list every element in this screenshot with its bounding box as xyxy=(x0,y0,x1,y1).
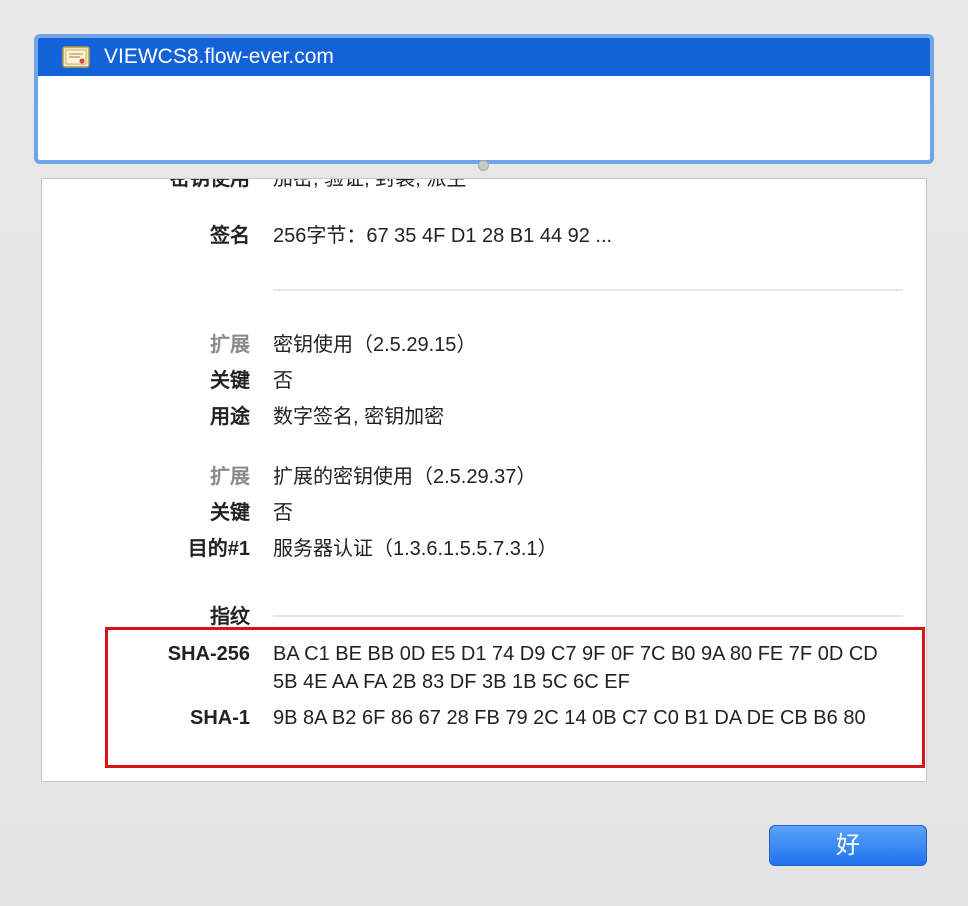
detail-row-critical: 关键 否 xyxy=(42,366,926,396)
certificate-chain-list[interactable]: VIEWCS8.flow-ever.com xyxy=(34,34,934,164)
critical-value: 否 xyxy=(273,502,293,524)
detail-row-extension-extended-key-usage: 扩展 扩展的密钥使用（2.5.29.37） xyxy=(42,462,926,492)
signature-value: 256字节：67 35 4F D1 28 B1 44 92 ... xyxy=(273,225,613,247)
critical-label: 关键 xyxy=(210,502,250,524)
certificate-chain-list-content: VIEWCS8.flow-ever.com xyxy=(38,38,930,160)
certificate-chain-item-label: VIEWCS8.flow-ever.com xyxy=(104,45,334,68)
critical-label: 关键 xyxy=(210,370,250,392)
extension-label: 扩展 xyxy=(210,334,250,356)
certificate-icon xyxy=(62,45,90,69)
detail-row-extension-key-usage: 扩展 密钥使用（2.5.29.15） xyxy=(42,330,926,360)
detail-row-key-usage-cut: 密钥使用 加密, 验证, 封装, 派生 xyxy=(42,178,926,194)
section-divider xyxy=(273,615,903,617)
detail-row-signature: 签名 256字节：67 35 4F D1 28 B1 44 92 ... xyxy=(42,221,926,251)
usage-value: 数字签名, 密钥加密 xyxy=(273,406,445,428)
fingerprint-highlight-box xyxy=(105,627,925,768)
purpose-label: 目的#1 xyxy=(187,538,250,560)
ok-button[interactable]: 好 xyxy=(769,825,927,866)
detail-row-critical: 关键 否 xyxy=(42,498,926,528)
extension-label: 扩展 xyxy=(210,466,250,488)
critical-value: 否 xyxy=(273,370,293,392)
extension-value: 扩展的密钥使用（2.5.29.37） xyxy=(273,466,537,488)
purpose-value: 服务器认证（1.3.6.1.5.5.7.3.1） xyxy=(273,538,558,560)
certificate-chain-item-selected[interactable]: VIEWCS8.flow-ever.com xyxy=(38,38,930,76)
pane-splitter-handle[interactable] xyxy=(478,160,489,171)
detail-label: 密钥使用 xyxy=(170,178,250,190)
detail-row-purpose: 目的#1 服务器认证（1.3.6.1.5.5.7.3.1） xyxy=(42,534,926,564)
usage-label: 用途 xyxy=(210,406,250,428)
detail-row-usage: 用途 数字签名, 密钥加密 xyxy=(42,402,926,432)
detail-value: 加密, 验证, 封装, 派生 xyxy=(273,178,467,190)
section-divider xyxy=(273,289,903,291)
extension-value: 密钥使用（2.5.29.15） xyxy=(273,334,477,356)
signature-label: 签名 xyxy=(210,225,250,247)
